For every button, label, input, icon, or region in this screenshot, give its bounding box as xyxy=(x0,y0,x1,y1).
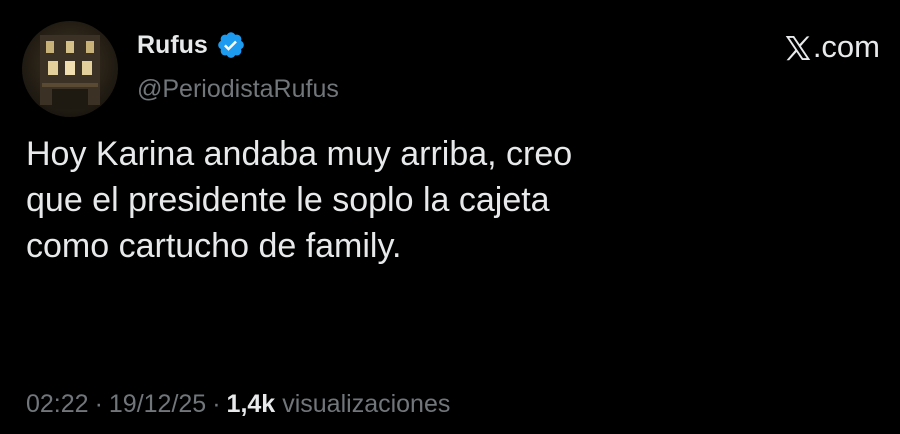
tweet-date[interactable]: 19/12/25 xyxy=(109,388,206,420)
tweet-line: como cartucho de family. xyxy=(26,227,402,265)
author-handle[interactable]: @PeriodistaRufus xyxy=(137,74,339,104)
brand-mark: .com xyxy=(784,29,880,65)
brand-domain: .com xyxy=(812,29,880,64)
verified-badge-icon xyxy=(218,32,244,58)
views-count: 1,4k xyxy=(226,390,276,418)
tweet-line: que el presidente le soplo la cajeta xyxy=(26,181,550,219)
avatar[interactable] xyxy=(22,21,118,117)
avatar-image xyxy=(40,35,100,109)
tweet-text: Hoy Karina andaba muy arriba, creo que e… xyxy=(26,131,846,269)
tweet-line: Hoy Karina andaba muy arriba, creo xyxy=(26,135,573,173)
views-label: visualizaciones xyxy=(282,390,451,418)
meta-separator: · xyxy=(212,390,221,418)
tweet-meta: 02:22 · 19/12/25 · 1,4k visualizaciones xyxy=(26,388,450,420)
author-name[interactable]: Rufus xyxy=(137,30,208,60)
tweet-time[interactable]: 02:22 xyxy=(26,388,89,420)
meta-separator: · xyxy=(94,390,103,418)
author-name-row: Rufus xyxy=(137,30,246,60)
x-logo-icon xyxy=(785,35,811,61)
